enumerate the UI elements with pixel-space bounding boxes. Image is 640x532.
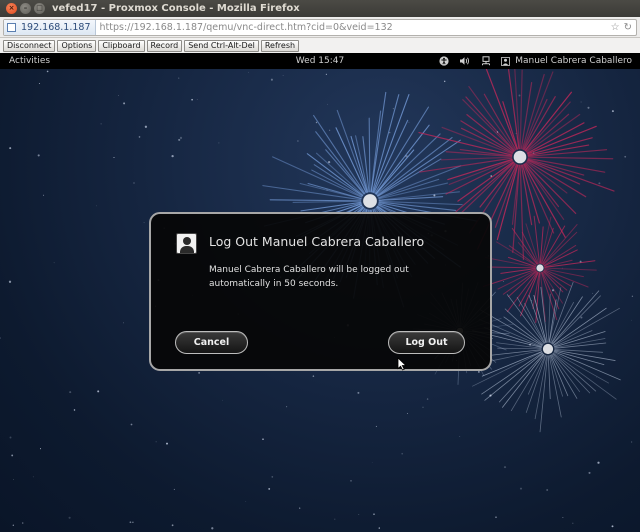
user-name: Manuel Cabrera Caballero bbox=[515, 56, 632, 66]
mouse-pointer-icon bbox=[397, 357, 407, 371]
vnc-toolbar: Disconnect Options Clipboard Record Send… bbox=[0, 38, 640, 53]
close-icon: × bbox=[8, 4, 15, 12]
gnome-top-bar: Activities Wed 15:47 Manuel Cabrera Caba… bbox=[0, 53, 640, 69]
site-identity-label: 192.168.1.187 bbox=[21, 22, 91, 33]
send-ctrl-alt-del-button[interactable]: Send Ctrl-Alt-Del bbox=[184, 39, 259, 52]
minimize-window-button[interactable]: – bbox=[20, 3, 31, 14]
record-button[interactable]: Record bbox=[146, 39, 183, 52]
navigation-bar: 192.168.1.187 https://192.168.1.187/qemu… bbox=[0, 17, 640, 38]
page-icon bbox=[7, 23, 16, 32]
close-window-button[interactable]: × bbox=[6, 3, 17, 14]
user-avatar-icon bbox=[176, 233, 197, 254]
window-title: vefed17 - Proxmox Console - Mozilla Fire… bbox=[52, 3, 300, 14]
volume-icon[interactable] bbox=[459, 56, 471, 66]
dialog-title: Log Out Manuel Cabrera Caballero bbox=[209, 234, 425, 249]
user-menu[interactable]: Manuel Cabrera Caballero bbox=[501, 56, 632, 66]
refresh-button[interactable]: Refresh bbox=[260, 39, 300, 52]
window-controls: × – □ bbox=[6, 3, 45, 14]
maximize-window-button[interactable]: □ bbox=[34, 3, 45, 14]
cancel-button[interactable]: Cancel bbox=[175, 331, 248, 354]
log-out-button[interactable]: Log Out bbox=[388, 331, 465, 354]
dialog-message: Manuel Cabrera Caballero will be logged … bbox=[209, 265, 409, 289]
minimize-icon: – bbox=[23, 4, 28, 12]
clipboard-button[interactable]: Clipboard bbox=[98, 39, 145, 52]
maximize-icon: □ bbox=[36, 4, 43, 12]
disconnect-button[interactable]: Disconnect bbox=[3, 39, 56, 52]
status-area: Manuel Cabrera Caballero bbox=[439, 56, 632, 66]
url-text[interactable]: https://192.168.1.187/qemu/vnc-direct.ht… bbox=[100, 22, 393, 33]
activities-button[interactable]: Activities bbox=[9, 56, 50, 66]
reload-icon[interactable]: ↻ bbox=[624, 22, 632, 33]
options-button[interactable]: Options bbox=[57, 39, 97, 52]
bookmark-star-icon[interactable]: ☆ bbox=[611, 22, 620, 33]
user-icon bbox=[501, 56, 511, 66]
clock[interactable]: Wed 15:47 bbox=[296, 56, 344, 66]
network-icon[interactable] bbox=[481, 56, 491, 66]
window-titlebar[interactable]: × – □ vefed17 - Proxmox Console - Mozill… bbox=[0, 0, 640, 17]
accessibility-icon[interactable] bbox=[439, 56, 449, 66]
logout-dialog: Log Out Manuel Cabrera Caballero Manuel … bbox=[149, 212, 492, 371]
url-field[interactable]: 192.168.1.187 https://192.168.1.187/qemu… bbox=[3, 19, 637, 36]
url-actions: ☆ ↻ bbox=[611, 22, 636, 33]
site-identity-button[interactable]: 192.168.1.187 bbox=[4, 20, 96, 35]
